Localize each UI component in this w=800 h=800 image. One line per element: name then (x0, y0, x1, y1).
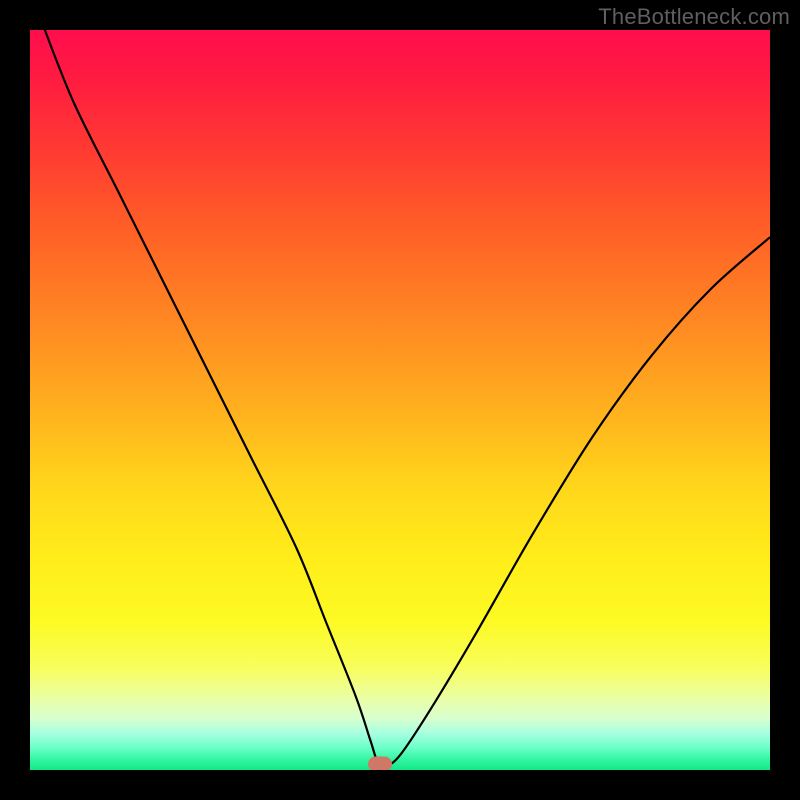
bottleneck-curve (30, 30, 770, 770)
chart-frame: TheBottleneck.com (0, 0, 800, 800)
plot-area (30, 30, 770, 770)
optimal-point-marker (368, 757, 392, 770)
watermark-text: TheBottleneck.com (598, 4, 790, 30)
